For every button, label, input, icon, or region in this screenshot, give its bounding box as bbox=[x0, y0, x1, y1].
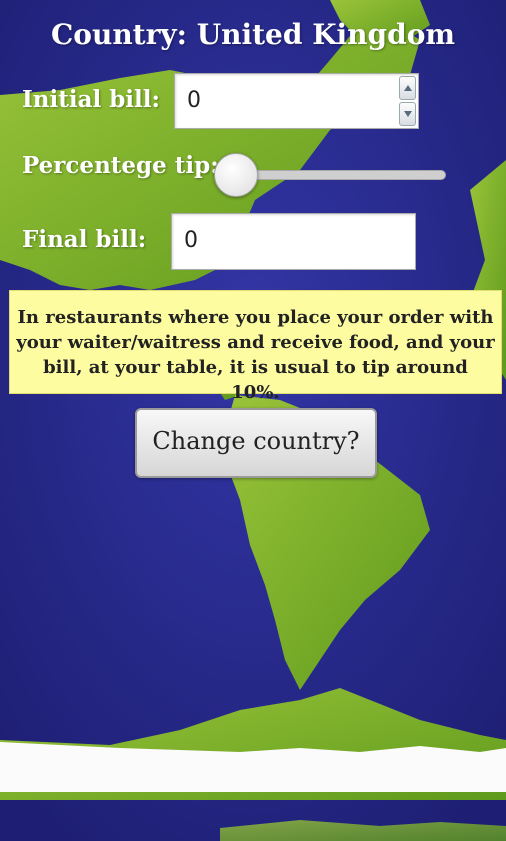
change-country-button[interactable]: Change country? bbox=[135, 408, 377, 478]
tip-calculator: Country: United Kingdom Initial bill: 0 … bbox=[0, 0, 506, 841]
initial-bill-label: Initial bill: bbox=[22, 86, 161, 113]
tip-info-text: In restaurants where you place your orde… bbox=[16, 307, 495, 403]
final-bill-input[interactable]: 0 bbox=[171, 213, 416, 270]
arrow-down-icon bbox=[404, 111, 412, 117]
tip-info-box: In restaurants where you place your orde… bbox=[9, 290, 502, 403]
spin-down-button[interactable] bbox=[399, 102, 416, 126]
arrow-up-icon bbox=[404, 85, 412, 91]
final-bill-label: Final bill: bbox=[22, 226, 147, 253]
initial-bill-value: 0 bbox=[187, 88, 201, 113]
spin-up-button[interactable] bbox=[399, 76, 416, 100]
page-title: Country: United Kingdom bbox=[51, 18, 455, 51]
initial-bill-input[interactable]: 0 bbox=[174, 73, 419, 129]
tip-label: Percentege tip: bbox=[22, 152, 219, 179]
tip-slider-thumb[interactable] bbox=[214, 153, 258, 197]
final-bill-value: 0 bbox=[184, 228, 198, 253]
initial-bill-spinner bbox=[399, 76, 416, 126]
